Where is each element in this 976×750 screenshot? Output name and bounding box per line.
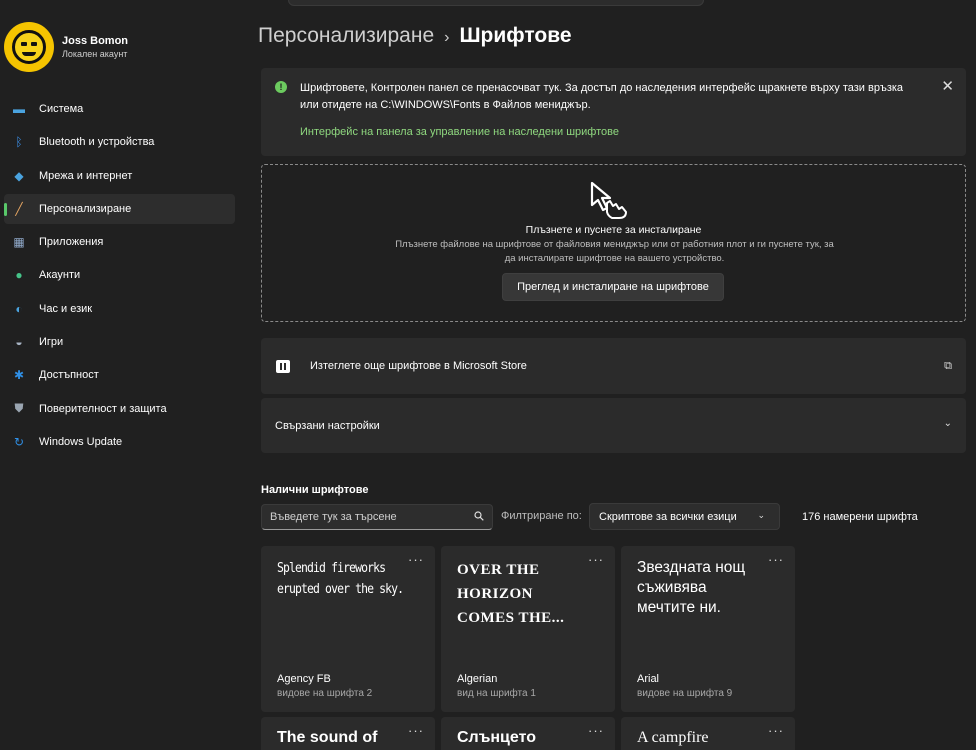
related-settings-expander[interactable]: Свързани настройки ⌄ — [261, 398, 966, 453]
font-sample-text: Over the horizon comes the... — [457, 562, 565, 626]
related-settings-label: Свързани настройки — [275, 420, 380, 432]
avatar — [4, 22, 54, 72]
font-name: Algerian — [457, 673, 498, 685]
font-search-box[interactable] — [261, 504, 493, 530]
sidebar-item-label: Система — [39, 103, 84, 115]
sidebar-item-2[interactable]: ◆ Мрежа и интернет — [4, 161, 235, 191]
drop-zone-description: Плъзнете файлове на шрифтове от файловия… — [395, 239, 834, 264]
info-icon: ! — [275, 81, 287, 93]
font-card[interactable]: Over the horizon comes the... ··· Algerian… — [441, 546, 615, 712]
sidebar: Joss Bomon Локален акаунт ▬ Система ᛒ Bluet… — [0, 0, 240, 750]
chevron-down-icon: ⌄ — [943, 418, 952, 429]
breadcrumb: Персонализиране › Шрифтове — [258, 24, 572, 48]
more-options-icon[interactable]: ··· — [768, 723, 784, 738]
search-input[interactable] — [270, 509, 465, 525]
font-card[interactable]: Слънцето ··· — [441, 717, 615, 750]
sidebar-nav: ▬ Система ᛒ Bluetooth и устройства ◆ Мрежа и … — [4, 94, 235, 460]
more-options-icon[interactable]: ··· — [588, 552, 604, 567]
sidebar-item-label: Приложения — [39, 236, 104, 249]
font-variant-count: видове на шрифта 9 — [637, 688, 733, 699]
font-card[interactable]: Звездната нощ съживява мечтите ни. ··· Ari… — [621, 546, 795, 712]
brush-icon: ╱ — [15, 201, 23, 216]
font-card[interactable]: The sound of ··· — [261, 717, 435, 750]
sidebar-item-label: Bluetooth и устройства — [39, 136, 155, 149]
store-link-label: Изтеглете още шрифтове в Microsoft Store — [310, 360, 527, 372]
close-icon[interactable]: ✕ — [941, 77, 954, 95]
top-search-bar[interactable] — [288, 0, 704, 6]
monitor-icon: ▬ — [13, 102, 25, 116]
sidebar-item-label: Windows Update — [39, 435, 123, 448]
sidebar-item-8[interactable]: ✱ Достъпност — [4, 360, 235, 390]
microsoft-store-link[interactable]: Изтеглете още шрифтове в Microsoft Store… — [261, 338, 966, 394]
filter-selected-value: Скриптове за всички езици — [599, 511, 737, 523]
info-bar: ! Шрифтовете, Контролен панел се пренасо… — [261, 68, 966, 156]
profile-account-type: Локален акаунт — [62, 49, 128, 59]
font-variant-count: вид на шрифта 1 — [457, 688, 536, 699]
breadcrumb-separator: › — [444, 29, 450, 46]
profile-name: Joss Bomon — [62, 35, 129, 47]
apps-icon: ▦ — [13, 235, 25, 250]
font-sample-text: A campfire — [637, 729, 709, 746]
sidebar-item-4[interactable]: ▦ Приложения — [4, 227, 235, 257]
more-options-icon[interactable]: ··· — [408, 723, 424, 738]
sidebar-item-1[interactable]: ᛒ Bluetooth и устройства — [4, 127, 235, 157]
legacy-fonts-link[interactable]: Интерфейс на панела за управление на нас… — [300, 126, 619, 138]
font-sample-text: Слънцето — [457, 729, 536, 746]
font-sample-text: Splendid fireworks erupted over the sky. — [277, 561, 404, 597]
bluetooth-icon: ᛒ — [15, 135, 23, 150]
sidebar-item-label: Достъпност — [39, 369, 99, 382]
person-icon: ● — [15, 268, 23, 283]
font-name: Agency FB — [277, 673, 331, 685]
font-count: 176 намерени шрифта — [802, 511, 918, 523]
gamepad-icon: ◒ — [15, 335, 23, 350]
sidebar-item-label: Игри — [39, 336, 64, 349]
more-options-icon[interactable]: ··· — [588, 723, 604, 738]
shield-icon: ⛊ — [14, 401, 24, 416]
more-options-icon[interactable]: ··· — [408, 552, 424, 567]
drop-zone-title: Плъзнете и пуснете за инсталиране — [525, 224, 702, 236]
accessibility-icon: ✱ — [13, 368, 25, 383]
sidebar-item-label: Поверителност и защита — [39, 402, 167, 415]
chevron-down-icon: ⌄ — [757, 510, 765, 520]
font-drop-zone[interactable]: Плъзнете и пуснете за инсталиране Плъзне… — [261, 164, 966, 322]
sidebar-item-label: Час и език — [39, 302, 93, 315]
page-title: Шрифтове — [459, 24, 572, 47]
available-fonts-heading: Налични шрифтове — [261, 484, 369, 496]
sidebar-item-7[interactable]: ◒ Игри — [4, 327, 235, 357]
script-filter-dropdown[interactable]: Скриптове за всички езици ⌄ — [589, 503, 780, 530]
sidebar-item-label: Персонализиране — [39, 202, 132, 215]
sidebar-item-6[interactable]: ◐ Час и език — [4, 294, 235, 324]
font-sample-text: The sound of — [277, 729, 378, 746]
store-icon — [276, 360, 290, 373]
drag-drop-icon — [590, 181, 627, 219]
sidebar-item-3[interactable]: ╱ Персонализиране — [4, 193, 235, 224]
external-link-icon: ⧉ — [944, 360, 952, 372]
more-options-icon[interactable]: ··· — [768, 552, 784, 567]
sidebar-item-5[interactable]: ● Акаунти — [4, 260, 235, 290]
sidebar-item-10[interactable]: ↻ Windows Update — [4, 427, 235, 457]
sidebar-item-0[interactable]: ▬ Система — [4, 94, 235, 124]
info-message: Шрифтовете, Контролен панел се пренасочв… — [300, 82, 904, 111]
font-sample-text: Звездната нощ съживява мечтите ни. — [637, 559, 746, 616]
sidebar-item-label: Акаунти — [39, 269, 81, 282]
globe-clock-icon: ◐ — [15, 301, 23, 316]
font-card[interactable]: Splendid fireworks erupted over the sky.… — [261, 546, 435, 712]
update-icon: ↻ — [13, 434, 25, 449]
sidebar-item-9[interactable]: ⛊ Поверителност и защита — [4, 394, 235, 424]
user-profile[interactable]: Joss Bomon Локален акаунт — [4, 22, 128, 72]
font-card[interactable]: A campfire ··· — [621, 717, 795, 750]
breadcrumb-parent[interactable]: Персонализиране — [258, 24, 434, 47]
font-variant-count: видове на шрифта 2 — [277, 688, 373, 699]
sidebar-item-label: Мрежа и интернет — [39, 169, 133, 182]
wifi-icon: ◆ — [14, 168, 24, 183]
font-name: Arial — [637, 673, 660, 685]
filter-label: Филтриране по: — [501, 510, 582, 522]
search-icon — [474, 511, 484, 521]
browse-install-button[interactable]: Преглед и инсталиране на шрифтове — [502, 273, 724, 301]
